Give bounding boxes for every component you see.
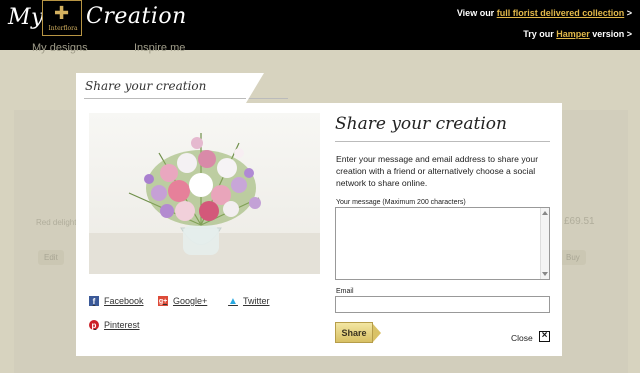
site-header: My ✚ Interflora Creation View our full f…: [0, 0, 640, 50]
tab-my-designs[interactable]: My designs: [32, 42, 88, 54]
collection-suffix: >: [624, 8, 632, 18]
message-textarea[interactable]: [335, 207, 550, 280]
modal-tab-title: Share your creation: [85, 79, 207, 93]
share-button-label: Share: [341, 327, 367, 338]
header-collection-line: View our full florist delivered collecti…: [457, 8, 632, 18]
collection-prefix: View our: [456, 8, 497, 18]
scroll-down-icon[interactable]: [542, 272, 548, 276]
facebook-share-link[interactable]: f Facebook: [89, 296, 144, 306]
modal-tab: Share your creation: [76, 73, 288, 103]
bg-item-name: Red delight: [36, 218, 77, 227]
email-input[interactable]: [335, 296, 550, 313]
form-title-divider: [335, 141, 550, 142]
bouquet-image: [89, 113, 320, 274]
facebook-label: Facebook: [104, 296, 144, 306]
bouquet-illustration: [89, 133, 320, 274]
bg-item-price: £69.51: [564, 216, 595, 227]
twitter-label: Twitter: [243, 296, 270, 306]
hamper-prefix: Try our: [523, 29, 557, 39]
share-button[interactable]: Share: [335, 322, 381, 343]
twitter-icon: ▲: [228, 295, 238, 307]
logo-my-text: My: [8, 5, 44, 30]
pinterest-share-link[interactable]: p Pinterest: [89, 320, 140, 330]
google-plus-share-link[interactable]: g+ Google+: [158, 296, 207, 306]
close-label[interactable]: Close: [511, 333, 533, 343]
message-label: Your message (Maximum 200 characters): [336, 199, 466, 206]
message-scrollbar[interactable]: [540, 208, 549, 279]
hamper-link[interactable]: Hamper: [556, 29, 590, 39]
full-collection-link[interactable]: full florist delivered collection: [497, 8, 625, 18]
tab-inspire-me[interactable]: Inspire me: [134, 42, 185, 54]
close-icon[interactable]: ×: [539, 331, 550, 342]
form-title: Share your creation: [335, 114, 507, 134]
hamper-suffix: version >: [589, 29, 632, 39]
header-hamper-line: Try our Hamper version >: [523, 29, 632, 39]
logo-creation-text: Creation: [86, 4, 187, 29]
email-label: Email: [336, 288, 354, 295]
bg-buy-button[interactable]: Buy: [560, 250, 586, 265]
share-intro-text: Enter your message and email address to …: [336, 154, 539, 188]
facebook-icon: f: [89, 296, 99, 306]
google-plus-icon: g+: [158, 296, 168, 306]
modal-tab-divider: [84, 98, 288, 99]
interflora-logo[interactable]: ✚ Interflora: [42, 0, 82, 36]
bg-edit-button[interactable]: Edit: [38, 250, 64, 265]
pinterest-label: Pinterest: [104, 320, 140, 330]
mercury-icon: ✚: [54, 3, 70, 24]
scroll-up-icon[interactable]: [542, 211, 548, 215]
pinterest-icon: p: [89, 320, 99, 330]
logo-brand-text: Interflora: [48, 25, 78, 32]
twitter-share-link[interactable]: ▲ Twitter: [228, 295, 270, 307]
google-plus-label: Google+: [173, 296, 208, 306]
